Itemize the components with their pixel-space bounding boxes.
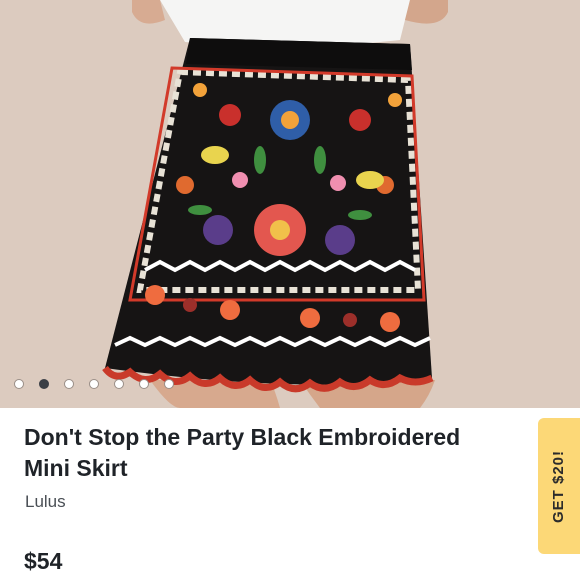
product-brand[interactable]: Lulus xyxy=(25,492,66,512)
product-image[interactable] xyxy=(0,0,580,408)
carousel-dot[interactable] xyxy=(14,379,24,389)
carousel-dot-active[interactable] xyxy=(39,379,49,389)
product-price: $54 xyxy=(24,548,63,574)
skirt-photo xyxy=(0,0,580,408)
promo-tab-button[interactable]: GET $20! xyxy=(538,418,580,554)
carousel-dot[interactable] xyxy=(164,379,174,389)
product-info: Don't Stop the Party Black Embroidered M… xyxy=(0,408,580,580)
product-title: Don't Stop the Party Black Embroidered M… xyxy=(24,424,461,481)
carousel-dot[interactable] xyxy=(139,379,149,389)
carousel-dot[interactable] xyxy=(89,379,99,389)
promo-tab-label: GET $20! xyxy=(550,449,568,523)
carousel-dot[interactable] xyxy=(64,379,74,389)
carousel-dots xyxy=(14,377,174,391)
carousel-dot[interactable] xyxy=(114,379,124,389)
